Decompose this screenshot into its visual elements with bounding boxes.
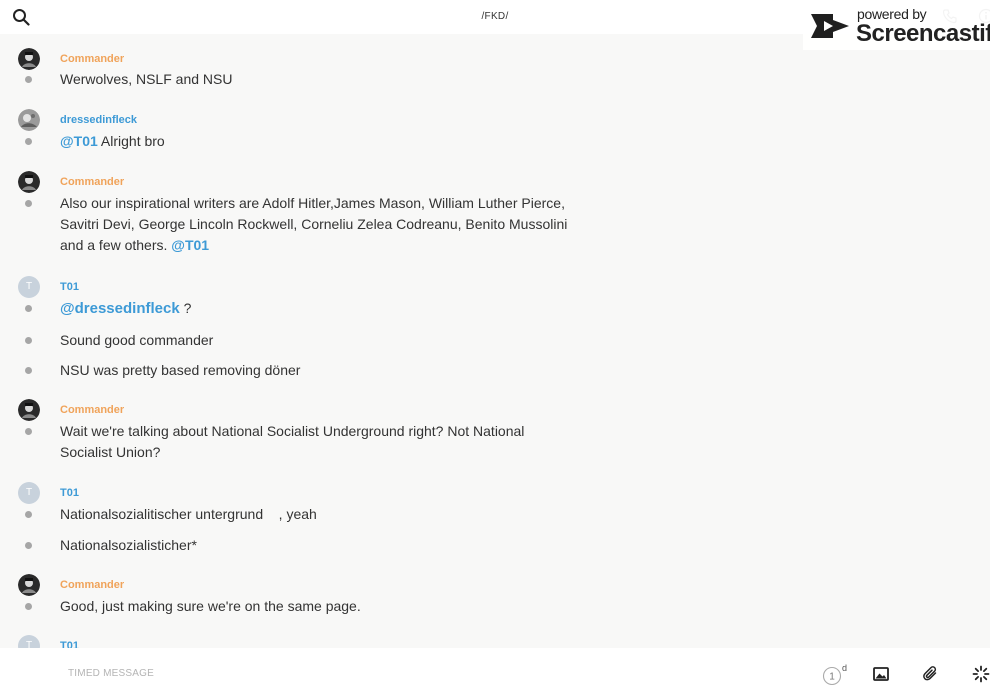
sender-name[interactable]: Commander: [60, 404, 124, 416]
message-feed[interactable]: Commander Werwolves, NSLF and NSU dresse…: [0, 34, 990, 648]
message-bullet: [25, 542, 32, 549]
message-text: Good, just making sure we're on the same…: [60, 598, 361, 614]
message-bullet: [25, 305, 32, 312]
sender-name[interactable]: T01: [60, 640, 79, 648]
message-text: @dressedinfleck ?: [60, 300, 192, 317]
message-text: @T01 Alright bro: [60, 133, 165, 149]
message-bullet: [25, 603, 32, 610]
avatar[interactable]: [18, 171, 40, 193]
avatar[interactable]: T: [18, 635, 40, 648]
user-mention[interactable]: @T01: [60, 133, 98, 149]
avatar[interactable]: [18, 109, 40, 131]
loading-spinner-icon: [972, 665, 990, 683]
message-text: Also our inspirational writers are Adolf…: [60, 195, 568, 253]
avatar[interactable]: T: [18, 276, 40, 298]
message-bullet: [25, 367, 32, 374]
sender-name[interactable]: Commander: [60, 579, 124, 591]
message-bullet: [25, 428, 32, 435]
message-text: Werwolves, NSLF and NSU: [60, 71, 233, 87]
svg-text:1: 1: [829, 672, 835, 683]
sender-name[interactable]: T01: [60, 281, 79, 293]
avatar[interactable]: [18, 399, 40, 421]
message-bullet: [25, 138, 32, 145]
composer-bar: TIMED MESSAGE 1 d: [0, 648, 990, 700]
message-bullet: [25, 511, 32, 518]
avatar[interactable]: [18, 574, 40, 596]
attachment-icon[interactable]: [922, 665, 940, 683]
message-text: NSU was pretty based removing döner: [60, 362, 301, 378]
avatar[interactable]: [18, 48, 40, 70]
sender-name[interactable]: Commander: [60, 176, 124, 188]
message-bullet: [25, 337, 32, 344]
message-text: Wait we're talking about National Social…: [60, 423, 525, 460]
message-text: Nationalsozialitischer untergrund , yeah: [60, 506, 317, 522]
sender-name[interactable]: T01: [60, 487, 79, 499]
message-text: Sound good commander: [60, 332, 214, 348]
avatar[interactable]: T: [18, 482, 40, 504]
message-bullet: [25, 200, 32, 207]
sender-name[interactable]: Commander: [60, 53, 124, 65]
sender-name[interactable]: dressedinfleck: [60, 114, 137, 126]
message-input[interactable]: TIMED MESSAGE: [68, 668, 154, 679]
user-mention[interactable]: @dressedinfleck: [60, 300, 180, 317]
image-icon[interactable]: [873, 666, 889, 682]
user-mention[interactable]: @T01: [171, 237, 209, 253]
svg-text:d: d: [842, 664, 847, 673]
message-bullet: [25, 76, 32, 83]
message-text: Nationalsozialisticher*: [60, 537, 197, 553]
timer-icon[interactable]: 1 d: [822, 664, 848, 686]
